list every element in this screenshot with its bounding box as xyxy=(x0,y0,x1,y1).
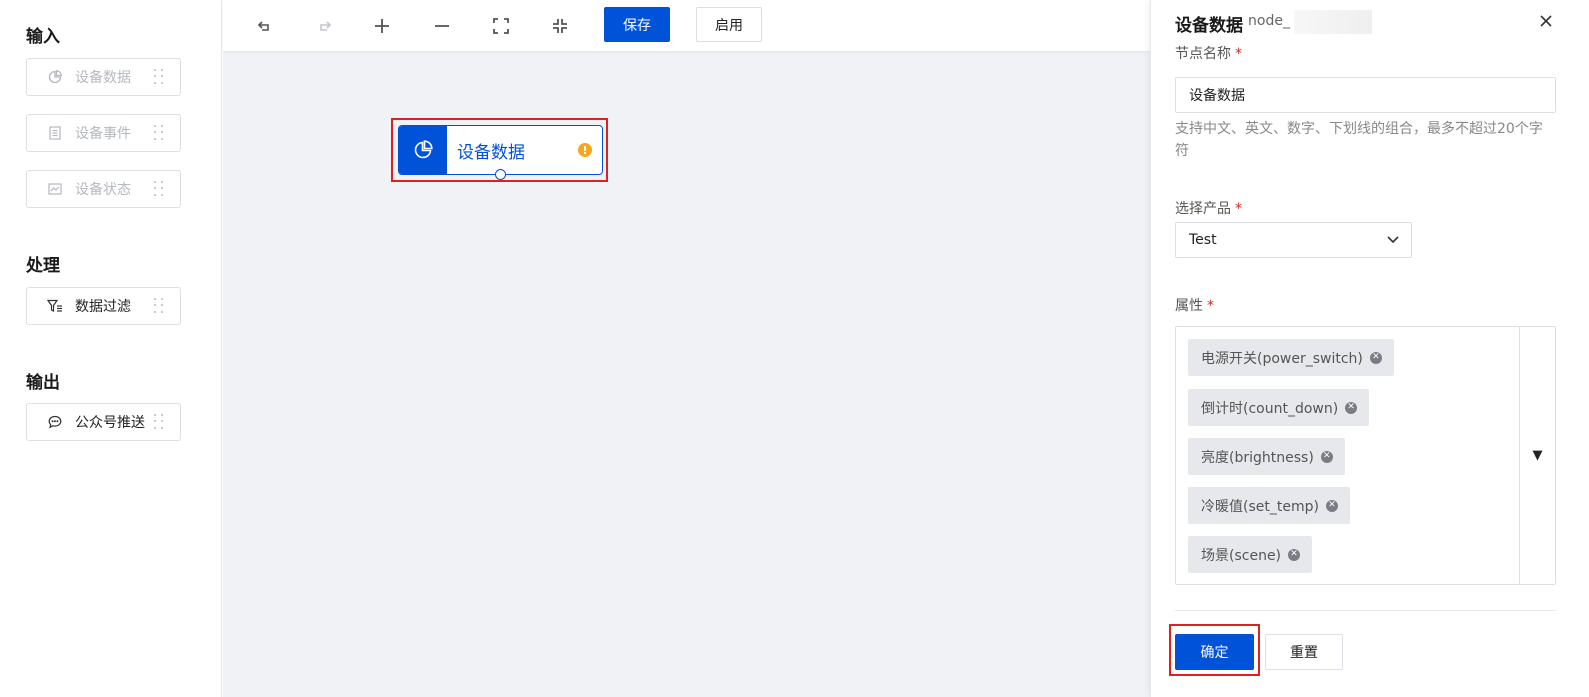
panel-form: 节点名称 * 设备数据 支持中文、英文、数字、下划线的组合，最多不超过20个字符 … xyxy=(1151,44,1589,604)
undo-icon[interactable] xyxy=(253,14,277,38)
section-title-process: 处理 xyxy=(26,256,60,276)
flow-node-device-data[interactable]: 设备数据 ! xyxy=(398,125,603,180)
drag-handle-icon[interactable] xyxy=(154,125,164,141)
reset-button[interactable]: 重置 xyxy=(1265,634,1343,670)
attribute-tag: 亮度(brightness) ✕ xyxy=(1188,438,1345,475)
product-select[interactable]: Test xyxy=(1175,222,1412,258)
drag-handle-icon[interactable] xyxy=(154,414,164,430)
field-label-attributes: 属性 * xyxy=(1175,298,1214,314)
palette-item-wechat-push[interactable]: 公众号推送 xyxy=(26,403,181,441)
palette-item-device-data[interactable]: 设备数据 xyxy=(26,58,181,96)
node-label: 设备数据 xyxy=(457,142,525,163)
attributes-multiselect[interactable]: 电源开关(power_switch) ✕ 倒计时(count_down) ✕ 亮度(… xyxy=(1175,326,1556,585)
section-title-input: 输入 xyxy=(26,27,60,47)
palette-item-data-filter[interactable]: 数据过滤 xyxy=(26,287,181,325)
chevron-down-icon xyxy=(1387,236,1399,244)
attribute-tag: 倒计时(count_down) ✕ xyxy=(1188,389,1370,426)
node-highlight-box: 设备数据 ! xyxy=(391,118,608,182)
section-title-output: 输出 xyxy=(26,373,60,393)
node-name-hint: 支持中文、英文、数字、下划线的组合，最多不超过20个字符 xyxy=(1175,121,1543,159)
redacted-mask xyxy=(1294,10,1372,34)
divider xyxy=(1175,610,1556,611)
chat-icon xyxy=(47,414,63,430)
node-palette: 输入 设备数据 设备事件 设备状态 处理 数据过滤 输出 公众号推送 xyxy=(0,0,222,697)
remove-tag-icon[interactable]: ✕ xyxy=(1288,548,1301,561)
confirm-button[interactable]: 确定 xyxy=(1175,634,1254,670)
document-icon xyxy=(47,125,63,141)
remove-tag-icon[interactable]: ✕ xyxy=(1325,499,1338,512)
pie-chart-icon xyxy=(47,69,63,85)
drag-handle-icon[interactable] xyxy=(154,298,164,314)
output-port[interactable] xyxy=(495,169,506,180)
pie-chart-icon xyxy=(399,126,447,174)
remove-tag-icon[interactable]: ✕ xyxy=(1320,450,1333,463)
enable-button[interactable]: 启用 xyxy=(696,7,762,42)
palette-item-label: 设备数据 xyxy=(75,70,131,86)
palette-item-device-event[interactable]: 设备事件 xyxy=(26,114,181,152)
save-button[interactable]: 保存 xyxy=(604,7,670,42)
dropdown-arrow-icon[interactable]: ▼ xyxy=(1519,327,1555,584)
palette-item-device-status[interactable]: 设备状态 xyxy=(26,170,181,208)
redo-icon[interactable] xyxy=(312,14,336,38)
zoom-out-icon[interactable] xyxy=(430,14,454,38)
palette-item-label: 数据过滤 xyxy=(75,299,131,315)
expand-icon[interactable] xyxy=(489,14,513,38)
drag-handle-icon[interactable] xyxy=(154,181,164,197)
field-label-node-name: 节点名称 * xyxy=(1175,46,1242,62)
canvas-toolbar: 保存 启用 xyxy=(223,0,1150,52)
attribute-tag: 场景(scene) ✕ xyxy=(1188,536,1313,573)
remove-tag-icon[interactable]: ✕ xyxy=(1369,351,1382,364)
panel-node-id: node_ xyxy=(1248,13,1290,29)
attribute-tag: 电源开关(power_switch) ✕ xyxy=(1188,339,1394,376)
attribute-tag: 冷暖值(set_temp) ✕ xyxy=(1188,487,1350,524)
palette-item-label: 设备状态 xyxy=(75,182,131,198)
panel-title: 设备数据 xyxy=(1175,16,1243,36)
zoom-in-icon[interactable] xyxy=(370,14,394,38)
product-select-value: Test xyxy=(1189,232,1217,248)
palette-item-label: 设备事件 xyxy=(75,126,131,142)
warning-icon: ! xyxy=(578,143,592,157)
field-label-product: 选择产品 * xyxy=(1175,201,1242,217)
node-name-input[interactable]: 设备数据 xyxy=(1175,77,1556,113)
palette-item-label: 公众号推送 xyxy=(75,415,145,431)
filter-icon xyxy=(47,298,63,314)
node-config-panel: 设备数据 node_ 节点名称 * 设备数据 支持中文、英文、数字、下划线的组合，… xyxy=(1150,0,1589,697)
line-chart-icon xyxy=(47,181,63,197)
drag-handle-icon[interactable] xyxy=(154,69,164,85)
flow-canvas[interactable]: 保存 启用 设备数据 ! xyxy=(223,0,1150,697)
close-icon[interactable] xyxy=(1537,12,1555,30)
remove-tag-icon[interactable]: ✕ xyxy=(1345,401,1358,414)
collapse-icon[interactable] xyxy=(548,14,572,38)
